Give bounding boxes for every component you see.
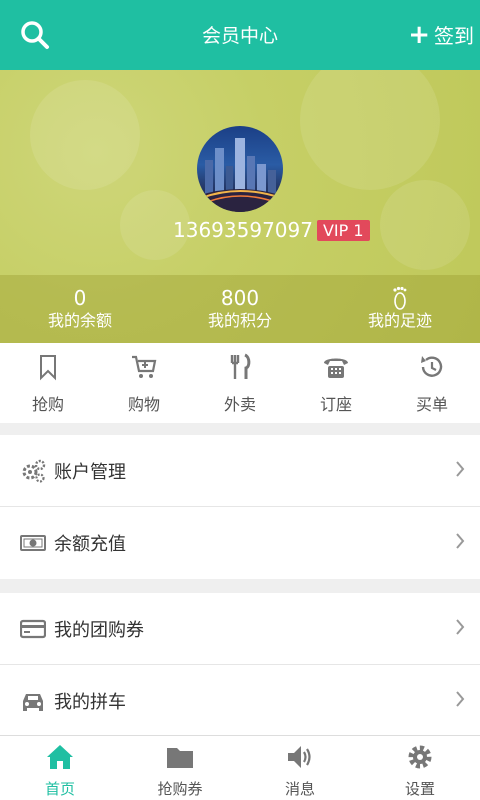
footprint-stat[interactable]: 我的足迹 — [320, 275, 480, 343]
quick-actions: 抢购 购物 外卖 订座 买单 — [0, 343, 480, 423]
checkin-label: 签到 — [434, 24, 474, 48]
points-value: 800 — [220, 286, 260, 310]
points-stat[interactable]: 800 我的积分 — [160, 275, 320, 343]
city-skyline-image — [197, 138, 283, 212]
profile-header: 13693597097 VIP 1 0 我的余额 800 我的积分 我的足迹 — [0, 70, 480, 343]
quick-action-label: 购物 — [127, 395, 160, 414]
phone-icon — [324, 358, 348, 378]
menu-item-recharge[interactable]: 余额充值 — [0, 507, 480, 579]
money-icon — [20, 535, 46, 551]
menu-item-label: 我的拼车 — [54, 692, 126, 713]
home-icon — [47, 745, 73, 769]
bokeh-decoration — [380, 180, 470, 270]
menu-item-account-management[interactable]: 账户管理 — [0, 435, 480, 507]
tab-settings[interactable]: 设置 — [360, 736, 480, 800]
utensils-icon — [230, 353, 251, 379]
tab-label: 设置 — [404, 780, 435, 798]
tab-label: 消息 — [284, 780, 315, 798]
menu-group-account: 账户管理 余额充值 — [0, 435, 480, 579]
avatar[interactable] — [197, 126, 283, 212]
quick-action-takeout[interactable]: 外卖 — [192, 343, 288, 423]
chevron-right-icon — [456, 533, 465, 549]
checkin-button[interactable]: + 签到 — [408, 20, 474, 49]
menu-item-label: 我的团购券 — [54, 619, 144, 641]
stats-bar: 0 我的余额 800 我的积分 我的足迹 — [0, 275, 480, 343]
quick-action-label: 外卖 — [223, 395, 256, 414]
folder-icon — [167, 748, 193, 768]
card-icon — [20, 619, 46, 638]
vip-badge: VIP 1 — [316, 219, 370, 241]
tab-home[interactable]: 首页 — [0, 736, 120, 800]
quick-action-label: 买单 — [415, 395, 448, 414]
cart-icon — [132, 355, 157, 378]
points-label: 我的积分 — [207, 311, 272, 330]
plus-icon: + — [408, 19, 430, 50]
balance-value: 0 — [73, 286, 87, 310]
footprint-label: 我的足迹 — [367, 311, 432, 330]
bokeh-decoration — [300, 70, 440, 190]
quick-action-reservation[interactable]: 订座 — [288, 343, 384, 423]
quick-action-flash-sale[interactable]: 抢购 — [0, 343, 96, 423]
quick-action-label: 订座 — [319, 395, 352, 414]
balance-stat[interactable]: 0 我的余额 — [0, 275, 160, 343]
chevron-right-icon — [456, 461, 465, 477]
menu-item-label: 余额充值 — [54, 534, 126, 555]
chevron-right-icon — [456, 691, 465, 707]
car-icon — [23, 694, 43, 711]
volume-icon — [288, 746, 311, 768]
tab-coupons[interactable]: 抢购券 — [120, 736, 240, 800]
menu-item-group-coupons[interactable]: 我的团购券 — [0, 593, 480, 665]
quick-action-pay-bill[interactable]: 买单 — [384, 343, 480, 423]
balance-label: 我的余额 — [47, 311, 112, 330]
history-icon — [421, 356, 443, 377]
gears-icon — [22, 459, 46, 483]
phone-number: 13693597097 — [173, 218, 313, 242]
footprint-icon — [393, 286, 407, 310]
gear-icon — [408, 745, 432, 769]
menu-group-orders: 我的团购券 我的拼车 — [0, 593, 480, 737]
top-bar: 会员中心 + 签到 — [0, 0, 480, 70]
quick-action-label: 抢购 — [31, 395, 64, 414]
bookmark-icon — [40, 355, 56, 381]
bottom-tab-bar: 首页 抢购券 消息 设置 — [0, 735, 480, 800]
tab-label: 抢购券 — [157, 780, 203, 798]
tab-messages[interactable]: 消息 — [240, 736, 360, 800]
menu-item-label: 账户管理 — [54, 461, 126, 483]
tab-label: 首页 — [44, 780, 75, 798]
chevron-right-icon — [456, 619, 465, 635]
quick-action-shopping[interactable]: 购物 — [96, 343, 192, 423]
menu-item-carpool[interactable]: 我的拼车 — [0, 665, 480, 737]
member-info: 13693597097 VIP 1 — [173, 218, 370, 242]
bokeh-decoration — [30, 80, 140, 190]
